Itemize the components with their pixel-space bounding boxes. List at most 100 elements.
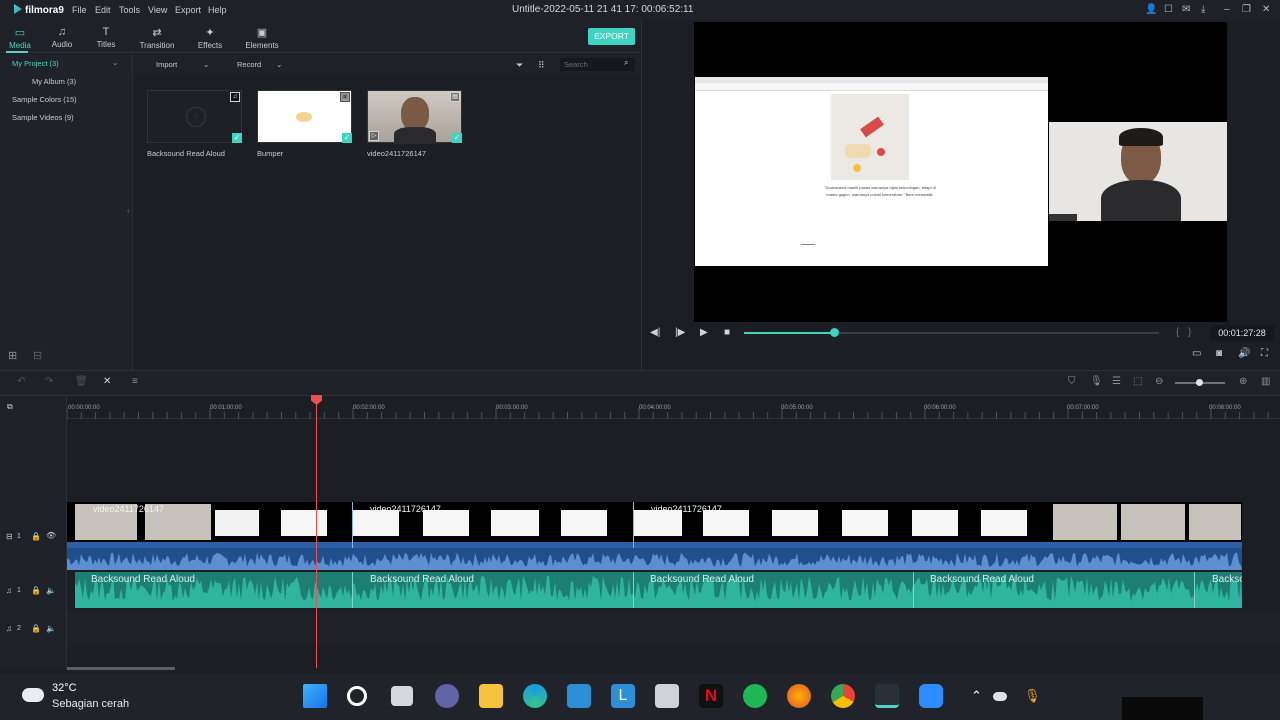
menu-export[interactable]: Export xyxy=(175,5,201,15)
tab-effects[interactable]: ✦ Effects xyxy=(190,26,230,50)
restore-icon[interactable]: ❐ xyxy=(1242,4,1251,15)
lock-icon[interactable]: 🔒 xyxy=(31,532,41,541)
snapshot-icon[interactable]: ◙ xyxy=(1216,348,1222,359)
collapse-arrow-icon[interactable]: ‹ xyxy=(127,206,130,215)
tab-titles[interactable]: T Titles xyxy=(86,26,126,49)
redo-icon[interactable]: ↷ xyxy=(45,376,53,387)
speaker-icon[interactable]: 🔈 xyxy=(46,624,56,633)
library-my-project[interactable]: My Project (3) xyxy=(12,59,59,68)
task-view-icon[interactable] xyxy=(391,686,413,706)
lock-icon[interactable]: 🔒 xyxy=(31,586,41,595)
zoom-in-icon[interactable]: ⊕ xyxy=(1239,376,1247,387)
library-sample-videos[interactable]: Sample Videos (9) xyxy=(12,113,74,122)
download-icon[interactable]: ⤓ xyxy=(1201,4,1205,15)
spotify-icon[interactable] xyxy=(743,684,767,708)
cut-icon[interactable]: ✕ xyxy=(103,376,111,387)
menu-view[interactable]: View xyxy=(148,5,167,15)
stop-icon[interactable]: ■ xyxy=(724,327,730,338)
zoom-out-icon[interactable]: ⊖ xyxy=(1155,376,1163,387)
notification-icon[interactable]: ☐ xyxy=(1164,4,1173,15)
media-item-image[interactable] xyxy=(257,90,352,143)
teams-chat-icon[interactable] xyxy=(435,684,459,708)
netflix-icon[interactable]: N xyxy=(699,684,723,708)
filter-icon[interactable]: ⏷ xyxy=(516,60,523,71)
taskbar-clock-area[interactable] xyxy=(1122,697,1203,720)
chevron-down-icon[interactable]: ⌄ xyxy=(112,58,118,67)
tab-transition[interactable]: ⇄ Transition xyxy=(137,26,177,50)
media-item-video[interactable] xyxy=(367,90,462,144)
firefox-icon[interactable] xyxy=(787,684,811,708)
tab-audio[interactable]: ♫ Audio xyxy=(42,26,82,49)
undo-icon[interactable]: ↶ xyxy=(17,376,25,387)
media-item-audio[interactable]: ♪ xyxy=(147,90,242,143)
adjust-icon[interactable]: ≡ xyxy=(132,376,138,387)
grid-view-icon[interactable]: ⠿ xyxy=(538,60,545,71)
timeline-layout-icon[interactable]: ▥ xyxy=(1261,376,1270,387)
minimize-icon[interactable]: – xyxy=(1224,4,1230,15)
weather-temperature[interactable]: 32°C xyxy=(52,682,77,694)
check-icon: ✓ xyxy=(232,133,242,143)
chevron-down-icon[interactable]: ⌄ xyxy=(276,60,282,69)
voiceover-icon[interactable]: 🎙 xyxy=(1090,376,1103,387)
library-my-album[interactable]: My Album (3) xyxy=(32,77,76,86)
filmora-taskbar-icon[interactable] xyxy=(875,684,899,708)
menu-tools[interactable]: Tools xyxy=(119,5,140,15)
camera-icon[interactable] xyxy=(655,684,679,708)
lock-icon[interactable]: 🔒 xyxy=(31,624,41,633)
record-dropdown[interactable]: Record xyxy=(237,60,261,69)
mail-icon[interactable]: ✉ xyxy=(1182,4,1190,15)
play-icon[interactable]: ▶ xyxy=(700,327,708,338)
menu-file[interactable]: File xyxy=(72,5,87,15)
menu-edit[interactable]: Edit xyxy=(95,5,111,15)
microphone-icon[interactable]: 🎙 xyxy=(1024,688,1041,704)
timeline-toolbar xyxy=(0,370,1280,396)
preview-progress-knob[interactable] xyxy=(830,328,839,337)
timeline-playhead[interactable] xyxy=(316,400,317,668)
add-track-icon[interactable]: ⧉ xyxy=(7,402,13,412)
new-folder-icon[interactable]: ⊞ xyxy=(8,349,17,362)
windows-start-icon[interactable] xyxy=(303,684,327,708)
mark-out-icon[interactable]: } xyxy=(1188,327,1191,338)
search-icon[interactable] xyxy=(347,686,367,706)
search-icon[interactable]: ⌕ xyxy=(624,58,628,68)
chrome-icon[interactable] xyxy=(831,684,855,708)
chevron-down-icon[interactable]: ⌄ xyxy=(203,60,209,69)
audio-track-2[interactable] xyxy=(67,612,1280,646)
delete-icon[interactable]: 🗑 xyxy=(75,376,88,387)
mail-icon[interactable] xyxy=(567,684,591,708)
weather-description[interactable]: Sebagian cerah xyxy=(52,698,129,710)
play-reverse-icon[interactable]: |▶ xyxy=(675,327,685,338)
display-settings-icon[interactable]: ▭ xyxy=(1192,348,1201,359)
import-dropdown[interactable]: Import xyxy=(156,60,177,69)
edge-browser-icon[interactable] xyxy=(523,684,547,708)
mark-in-icon[interactable]: { xyxy=(1176,327,1179,338)
eye-icon[interactable]: 👁 xyxy=(46,531,56,540)
audio-mixer-icon[interactable]: ☰ xyxy=(1112,376,1121,387)
marker-icon[interactable]: ⛉ xyxy=(1068,376,1076,387)
chevron-up-icon[interactable]: ⌃ xyxy=(971,688,982,704)
close-icon[interactable]: ✕ xyxy=(1262,4,1270,15)
remove-folder-icon[interactable]: ⊟ xyxy=(33,349,42,362)
file-explorer-icon[interactable] xyxy=(479,684,503,708)
bumper-graphic xyxy=(296,112,312,122)
onedrive-icon[interactable] xyxy=(993,692,1007,701)
ruler-label: 00:03:00:00 xyxy=(496,405,528,411)
menu-help[interactable]: Help xyxy=(208,5,227,15)
speaker-icon[interactable]: 🔈 xyxy=(46,586,56,595)
webcam-name-tag xyxy=(1049,214,1077,221)
previous-frame-icon[interactable]: ◀| xyxy=(650,327,660,338)
tab-media[interactable]: ▭ Media xyxy=(0,26,40,50)
zoom-app-icon[interactable] xyxy=(919,684,943,708)
fit-timeline-icon[interactable]: ⬚ xyxy=(1133,376,1142,387)
media-item-label: Bumper xyxy=(257,149,284,158)
video-audio-waveform xyxy=(67,548,1242,570)
zoom-slider-knob[interactable] xyxy=(1196,379,1203,386)
fullscreen-icon[interactable]: ⛶ xyxy=(1261,348,1268,359)
app-l-icon[interactable]: L xyxy=(611,684,635,708)
export-button[interactable]: EXPORT xyxy=(588,28,635,45)
account-icon[interactable]: 👤 xyxy=(1145,4,1157,15)
timeline-scrollbar[interactable] xyxy=(67,667,175,670)
tab-elements[interactable]: ▣ Elements xyxy=(242,26,282,50)
library-sample-colors[interactable]: Sample Colors (15) xyxy=(12,95,77,104)
volume-icon[interactable]: 🔊 xyxy=(1238,348,1250,359)
